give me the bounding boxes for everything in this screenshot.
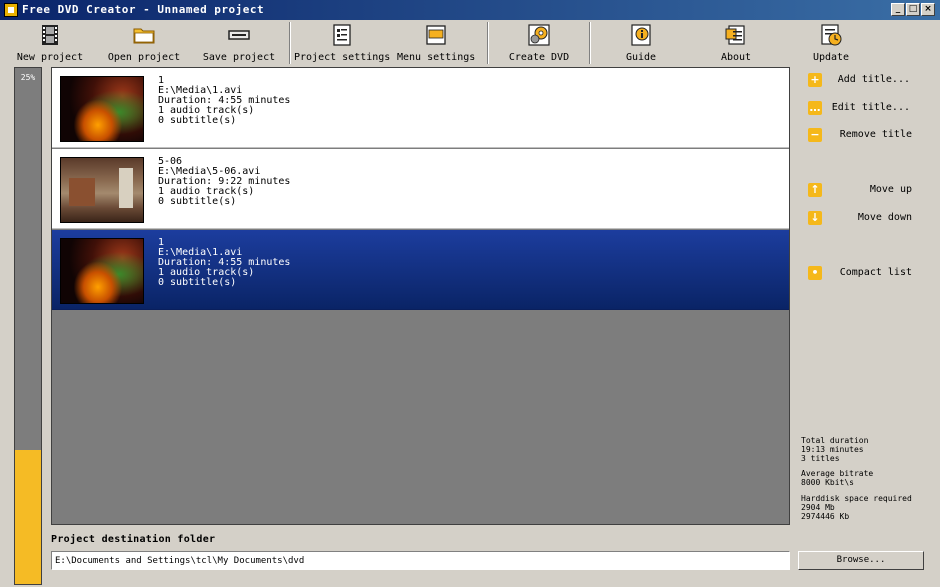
title-info: 1 E:\Media\1.avi Duration: 4:55 minutes … <box>158 238 290 288</box>
edit-title-button[interactable]: … Edit title... <box>808 99 914 117</box>
edit-icon: … <box>808 101 822 115</box>
browse-button[interactable]: Browse... <box>798 551 924 570</box>
remove-title-label: Remove title <box>839 129 912 140</box>
project-settings-button[interactable]: Project settings <box>294 22 390 66</box>
title-bar: Free DVD Creator - Unnamed project _ □ × <box>0 0 940 20</box>
maximize-button[interactable]: □ <box>906 3 920 16</box>
title-row[interactable]: 1 E:\Media\1.avi Duration: 4:55 minutes … <box>52 68 789 148</box>
total-duration-stats: Total duration 19:13 minutes 3 titles <box>801 436 868 463</box>
minus-icon: − <box>808 128 822 142</box>
move-down-button[interactable]: ↓ Move down <box>808 209 914 227</box>
menu-settings-button[interactable]: Menu settings <box>397 22 475 66</box>
avg-bitrate-value: 8000 Kbit\s <box>801 478 854 487</box>
minimize-button[interactable]: _ <box>891 3 905 16</box>
compact-list-button[interactable]: • Compact list <box>808 264 914 282</box>
destination-input[interactable] <box>51 551 790 570</box>
remove-title-button[interactable]: − Remove title <box>808 126 914 144</box>
plus-icon: + <box>808 73 822 87</box>
save-project-button[interactable]: Save project <box>202 22 276 66</box>
update-button[interactable]: Update <box>804 22 858 66</box>
disk-space-stats: Harddisk space required 2904 Mb 2974446 … <box>801 494 912 521</box>
title-info: 5-06 E:\Media\5-06.avi Duration: 9:22 mi… <box>158 157 290 207</box>
update-clock-icon <box>821 24 842 46</box>
move-up-button[interactable]: ↑ Move up <box>808 181 914 199</box>
disc-usage-fill <box>15 449 41 584</box>
create-dvd-label: Create DVD <box>508 52 570 63</box>
disc-usage-percent: 25% <box>20 73 36 82</box>
title-row[interactable]: 5-06 E:\Media\5-06.avi Duration: 9:22 mi… <box>52 149 789 229</box>
guide-button[interactable]: Guide <box>612 22 670 66</box>
new-project-button[interactable]: New project <box>14 22 86 66</box>
bitrate-stats: Average bitrate 8000 Kbit\s <box>801 469 873 487</box>
film-icon <box>42 25 58 45</box>
disk-space-mb: 2904 Mb <box>801 503 835 512</box>
title-row-selected[interactable]: 1 E:\Media\1.avi Duration: 4:55 minutes … <box>52 230 789 310</box>
new-project-label: New project <box>16 52 84 63</box>
toolbar-separator <box>589 22 591 64</box>
arrow-up-icon: ↑ <box>808 183 822 197</box>
folder-icon <box>133 28 155 44</box>
menu-settings-label: Menu settings <box>397 52 476 63</box>
menu-screen-icon <box>426 25 446 45</box>
app-icon <box>4 3 18 17</box>
title-subtitles: 0 subtitle(s) <box>158 196 237 207</box>
about-label: About <box>720 52 752 63</box>
move-down-label: Move down <box>857 212 912 223</box>
disk-space-kb: 2974446 Kb <box>801 512 850 521</box>
title-subtitles: 0 subtitle(s) <box>158 115 237 126</box>
total-duration-label: Total duration <box>801 436 869 445</box>
disc-usage-bar: 25% <box>14 67 42 585</box>
avg-bitrate-label: Average bitrate <box>801 469 874 478</box>
save-project-label: Save project <box>202 52 276 63</box>
window-title: Free DVD Creator - Unnamed project <box>22 3 265 16</box>
title-info: 1 E:\Media\1.avi Duration: 4:55 minutes … <box>158 76 290 126</box>
compact-list-label: Compact list <box>839 267 912 278</box>
title-thumbnail <box>60 157 144 223</box>
toolbar-separator <box>487 22 489 64</box>
about-button[interactable]: About <box>708 22 764 66</box>
info-icon <box>631 24 651 46</box>
arrow-down-icon: ↓ <box>808 211 822 225</box>
project-settings-label: Project settings <box>294 52 391 63</box>
total-duration-value: 19:13 minutes <box>801 445 864 454</box>
titles-count: 3 titles <box>801 454 840 463</box>
title-thumbnail <box>60 238 144 304</box>
toolbar-separator <box>289 22 291 64</box>
create-dvd-button[interactable]: Create DVD <box>504 22 574 66</box>
edit-title-label: Edit title... <box>831 102 910 113</box>
open-project-button[interactable]: Open project <box>106 22 182 66</box>
settings-document-icon <box>333 24 351 46</box>
about-document-icon <box>725 25 745 45</box>
compact-icon: • <box>808 266 822 280</box>
guide-label: Guide <box>625 52 657 63</box>
add-title-label: Add title... <box>837 74 910 85</box>
move-up-label: Move up <box>869 184 912 195</box>
disk-space-label: Harddisk space required <box>801 494 912 503</box>
add-title-button[interactable]: + Add title... <box>808 71 914 89</box>
open-project-label: Open project <box>107 52 181 63</box>
disc-gear-icon <box>528 24 550 46</box>
title-thumbnail <box>60 76 144 142</box>
update-label: Update <box>812 52 850 63</box>
destination-label: Project destination folder <box>51 534 216 545</box>
title-list[interactable]: 1 E:\Media\1.avi Duration: 4:55 minutes … <box>51 67 790 525</box>
title-subtitles: 0 subtitle(s) <box>158 277 237 288</box>
close-button[interactable]: × <box>921 3 935 16</box>
drive-icon <box>228 30 250 40</box>
